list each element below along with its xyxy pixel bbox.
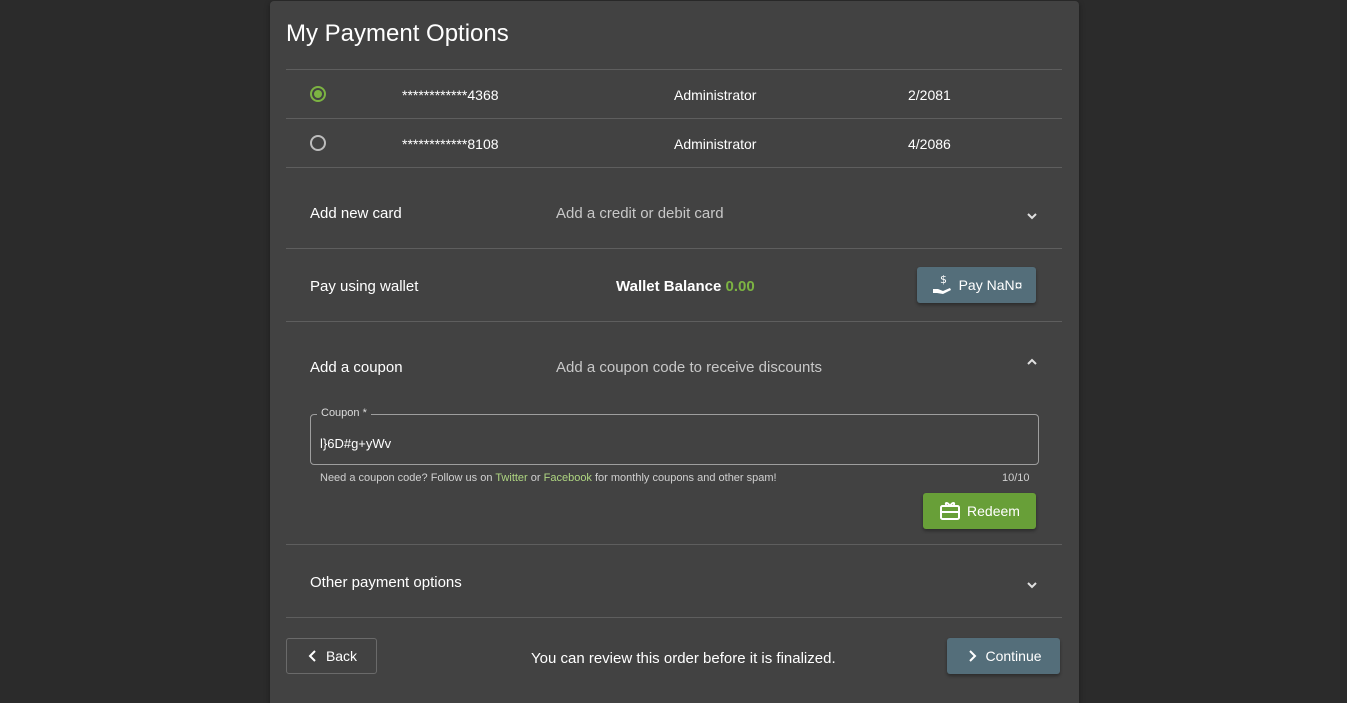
add-card-expander[interactable]: Add new card Add a credit or debit card bbox=[286, 168, 1062, 248]
divider bbox=[286, 617, 1062, 618]
add-card-subtitle: Add a credit or debit card bbox=[556, 205, 724, 222]
other-payment-title: Other payment options bbox=[310, 574, 462, 591]
add-card-title: Add new card bbox=[310, 205, 402, 222]
card-radio[interactable] bbox=[310, 135, 326, 151]
redeem-button[interactable]: Redeem bbox=[923, 493, 1036, 529]
wallet-balance-label: Wallet Balance bbox=[616, 278, 722, 295]
card-holder: Administrator bbox=[674, 136, 757, 152]
page-title: My Payment Options bbox=[286, 20, 509, 47]
hint-text: for monthly coupons and other spam! bbox=[595, 472, 777, 484]
back-label: Back bbox=[325, 648, 358, 664]
review-notice: You can review this order before it is f… bbox=[531, 650, 836, 667]
pay-wallet-button[interactable]: $ Pay NaN¤ bbox=[917, 267, 1036, 303]
chevron-down-icon[interactable] bbox=[1024, 208, 1040, 224]
coupon-hint: Need a coupon code? Follow us on Twitter… bbox=[320, 472, 777, 484]
hint-text: or bbox=[530, 472, 541, 484]
coupon-input-value[interactable]: l}6D#g+yWv bbox=[320, 436, 391, 451]
character-counter: 10/10 bbox=[1002, 472, 1030, 484]
twitter-link[interactable]: Twitter bbox=[495, 472, 527, 484]
card-number: ************8108 bbox=[402, 136, 499, 152]
card-holder: Administrator bbox=[674, 87, 757, 103]
coupon-input-label: Coupon * bbox=[317, 407, 371, 419]
other-payment-expander[interactable]: Other payment options bbox=[286, 545, 1062, 617]
card-expiry: 2/2081 bbox=[908, 87, 951, 103]
coupon-title: Add a coupon bbox=[310, 359, 403, 376]
chevron-down-icon[interactable] bbox=[1024, 577, 1040, 593]
card-expiry: 4/2086 bbox=[908, 136, 951, 152]
facebook-link[interactable]: Facebook bbox=[544, 472, 592, 484]
wallet-balance: Wallet Balance 0.00 bbox=[616, 278, 755, 295]
back-button[interactable]: Back bbox=[286, 638, 377, 674]
saved-card-row[interactable]: ************4368 Administrator 2/2081 bbox=[286, 70, 1062, 118]
divider bbox=[286, 248, 1062, 249]
coupon-expander[interactable]: Add a coupon Add a coupon code to receiv… bbox=[286, 322, 1062, 382]
wallet-balance-value: 0.00 bbox=[725, 278, 755, 295]
gift-card-icon bbox=[940, 502, 961, 520]
hand-coin-icon: $ bbox=[932, 274, 951, 294]
hint-text: Need a coupon code? Follow us on bbox=[320, 472, 493, 484]
redeem-label: Redeem bbox=[967, 503, 1020, 519]
chevron-up-icon[interactable] bbox=[1024, 354, 1040, 370]
chevron-left-icon bbox=[308, 650, 316, 662]
svg-text:$: $ bbox=[940, 274, 947, 286]
card-radio-selected[interactable] bbox=[310, 86, 326, 102]
pay-wallet-label: Pay NaN¤ bbox=[958, 277, 1023, 293]
card-number: ************4368 bbox=[402, 87, 499, 103]
chevron-right-icon bbox=[969, 650, 977, 662]
coupon-subtitle: Add a coupon code to receive discounts bbox=[556, 359, 823, 376]
coupon-input[interactable]: Coupon * l}6D#g+yWv bbox=[310, 407, 1039, 465]
continue-button[interactable]: Continue bbox=[947, 638, 1060, 674]
payment-options-panel: My Payment Options ************4368 Admi… bbox=[270, 1, 1079, 703]
continue-label: Continue bbox=[985, 648, 1042, 664]
saved-card-row[interactable]: ************8108 Administrator 4/2086 bbox=[286, 119, 1062, 167]
wallet-title: Pay using wallet bbox=[310, 278, 419, 295]
